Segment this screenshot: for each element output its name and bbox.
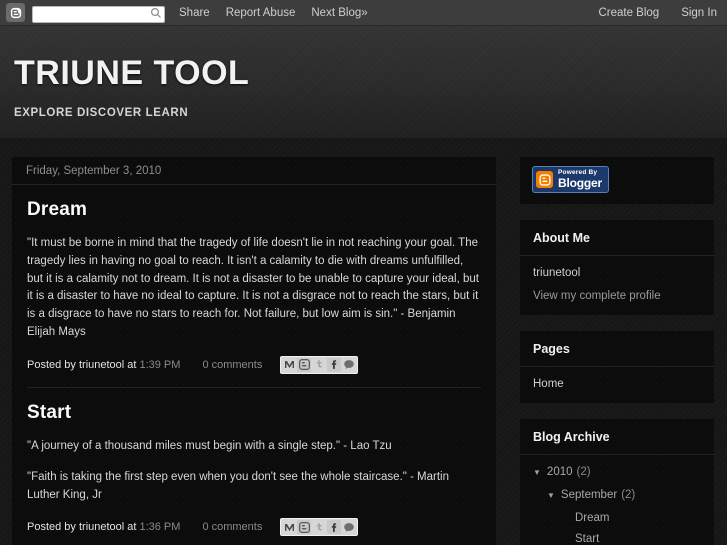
nav-link-share[interactable]: Share <box>179 7 210 19</box>
pages-body: Home <box>520 367 714 403</box>
post-body: "It must be borne in mind that the trage… <box>27 235 481 342</box>
archive-month-row[interactable]: ▼ September (2) <box>533 489 701 503</box>
blog-archive-body: ▼ 2010 (2) ▼ September (2) Dream Start <box>520 455 714 545</box>
buzz-icon[interactable] <box>342 358 356 372</box>
powered-by-blogger-widget: Powered By Blogger <box>520 157 714 205</box>
blogger-icon[interactable] <box>297 520 312 535</box>
blogger-icon[interactable] <box>297 357 312 372</box>
nav-link-report-abuse[interactable]: Report Abuse <box>226 7 296 19</box>
nav-link-create-blog[interactable]: Create Blog <box>598 7 659 19</box>
date-header: Friday, September 3, 2010 <box>12 157 496 185</box>
powered-by-blogger-badge[interactable]: Powered By Blogger <box>532 166 609 194</box>
navbar-right-links: Create Blog Sign In <box>576 7 717 19</box>
chevron-down-icon[interactable]: ▼ <box>547 489 555 503</box>
archive-year-count: (2) <box>576 466 591 479</box>
post-footer: Posted by triunetool at 1:36 PM 0 commen… <box>27 504 481 545</box>
archive-post-row[interactable]: Start <box>533 533 701 545</box>
share-bar <box>280 355 359 374</box>
nav-link-next-blog[interactable]: Next Blog» <box>311 7 367 19</box>
blogger-b-icon <box>536 171 553 189</box>
blog-archive-widget: Blog Archive ▼ 2010 (2) ▼ September (2) … <box>520 419 714 545</box>
post-paragraph: "It must be borne in mind that the trage… <box>27 237 479 339</box>
facebook-icon[interactable] <box>327 520 342 535</box>
post-body: "A journey of a thousand miles must begi… <box>27 438 481 504</box>
post-author: Posted by triunetool at <box>27 521 137 534</box>
archive-post-row[interactable]: Dream <box>533 512 701 524</box>
post-author: Posted by triunetool at <box>27 358 137 371</box>
about-me-title: About Me <box>520 220 714 257</box>
twitter-icon[interactable] <box>312 520 326 534</box>
buzz-icon[interactable] <box>342 520 356 534</box>
twitter-icon[interactable] <box>312 358 326 372</box>
post-time[interactable]: 1:36 PM <box>139 521 180 533</box>
content-columns: Friday, September 3, 2010 Dream "It must… <box>0 138 727 545</box>
post-time[interactable]: 1:39 PM <box>139 359 180 371</box>
view-profile-link[interactable]: View my complete profile <box>533 290 701 302</box>
archive-year-label[interactable]: 2010 <box>547 466 573 478</box>
main-column: Friday, September 3, 2010 Dream "It must… <box>12 157 496 545</box>
navbar-links: Share Report Abuse Next Blog» <box>179 7 384 19</box>
sidebar: Powered By Blogger About Me triunetool V… <box>520 157 714 545</box>
post-title: Dream <box>27 199 88 220</box>
blog-post: Start "A journey of a thousand miles mus… <box>12 388 496 545</box>
post-title: Start <box>27 401 72 423</box>
about-me-body: triunetool View my complete profile <box>520 256 714 315</box>
about-me-widget: About Me triunetool View my complete pro… <box>520 220 714 316</box>
chevron-down-icon[interactable]: ▼ <box>533 466 541 480</box>
about-me-username: triunetool <box>533 267 581 280</box>
search-input[interactable] <box>32 6 165 23</box>
blogger-b-icon[interactable] <box>6 3 25 22</box>
archive-post-link-dream[interactable]: Dream <box>575 512 610 524</box>
nav-link-sign-in[interactable]: Sign In <box>681 7 717 19</box>
archive-post-link-start[interactable]: Start <box>575 533 599 545</box>
archive-month-count: (2) <box>621 489 636 502</box>
archive-year-row[interactable]: ▼ 2010 (2) <box>533 466 701 480</box>
email-icon[interactable] <box>282 520 296 534</box>
post-footer: Posted by triunetool at 1:39 PM 0 commen… <box>27 342 481 388</box>
blog-header: TRIUNE TOOL EXPLORE DISCOVER LEARN <box>0 26 727 138</box>
share-bar <box>280 518 359 537</box>
pages-title: Pages <box>520 331 714 368</box>
badge-line-2: Blogger <box>558 175 602 190</box>
blog-description: EXPLORE DISCOVER LEARN <box>14 107 189 119</box>
blogger-navbar: Share Report Abuse Next Blog» Create Blo… <box>0 0 727 26</box>
posts-panel: Friday, September 3, 2010 Dream "It must… <box>12 157 496 545</box>
facebook-icon[interactable] <box>327 357 342 372</box>
post-paragraph: "Faith is taking the first step even whe… <box>27 470 450 501</box>
search-box[interactable] <box>32 4 165 23</box>
page-title: TRIUNE TOOL <box>14 54 250 92</box>
blog-archive-title: Blog Archive <box>520 419 714 456</box>
archive-month-label[interactable]: September <box>561 489 617 501</box>
page-background: TRIUNE TOOL EXPLORE DISCOVER LEARN Frida… <box>0 26 727 545</box>
post-comments-link[interactable]: 0 comments <box>202 359 262 371</box>
pages-widget: Pages Home <box>520 331 714 404</box>
blog-post: Dream "It must be borne in mind that the… <box>12 185 496 388</box>
page-link-home[interactable]: Home <box>533 378 701 390</box>
post-comments-link[interactable]: 0 comments <box>202 521 262 533</box>
email-icon[interactable] <box>282 358 296 372</box>
post-paragraph: "A journey of a thousand miles must begi… <box>27 439 392 452</box>
